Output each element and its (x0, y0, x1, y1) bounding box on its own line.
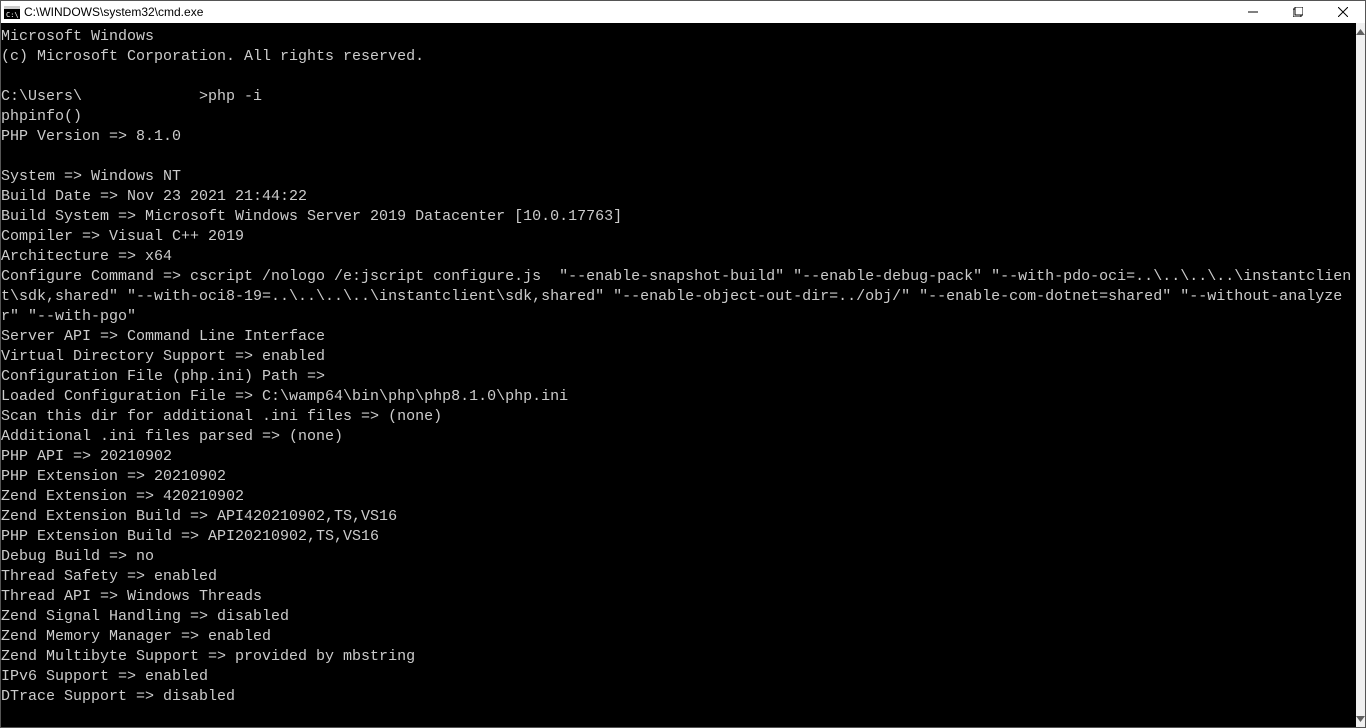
window-title: C:\WINDOWS\system32\cmd.exe (24, 5, 203, 19)
close-button[interactable] (1320, 1, 1365, 23)
titlebar[interactable]: C:\ C:\WINDOWS\system32\cmd.exe (1, 1, 1365, 23)
cmd-icon: C:\ (4, 5, 20, 19)
terminal-area[interactable]: Microsoft Windows (c) Microsoft Corporat… (1, 23, 1356, 727)
cmd-window: C:\ C:\WINDOWS\system32\cmd.exe (0, 0, 1366, 728)
window-controls (1230, 1, 1365, 23)
scroll-up-button[interactable] (1356, 23, 1365, 40)
maximize-button[interactable] (1275, 1, 1320, 23)
svg-text:C:\: C:\ (6, 11, 19, 19)
scrollbar-track-middle[interactable] (1356, 40, 1365, 710)
terminal-output[interactable]: Microsoft Windows (c) Microsoft Corporat… (1, 23, 1356, 707)
scroll-down-button[interactable] (1356, 710, 1365, 727)
vertical-scrollbar[interactable] (1356, 23, 1365, 727)
client-area: Microsoft Windows (c) Microsoft Corporat… (1, 23, 1365, 727)
minimize-button[interactable] (1230, 1, 1275, 23)
